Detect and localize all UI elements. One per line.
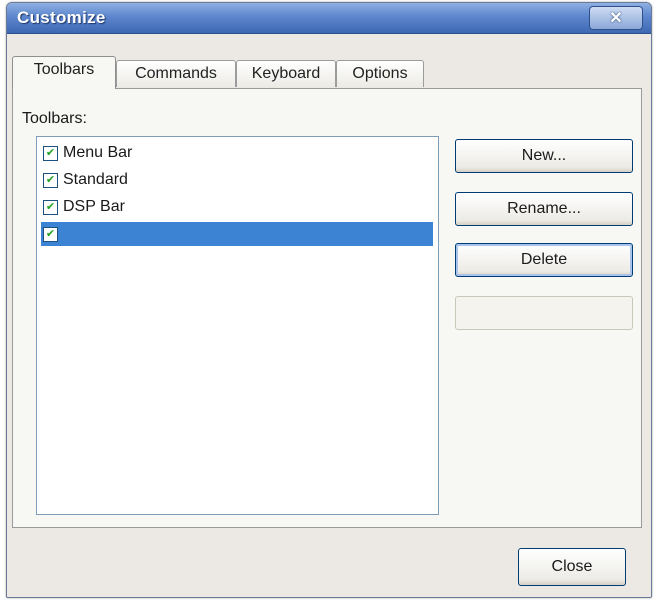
close-icon: ✕: [609, 10, 623, 27]
toolbars-list-label: Toolbars:: [22, 110, 87, 127]
list-item-label: DSP Bar: [63, 198, 125, 215]
tab-keyboard[interactable]: Keyboard: [236, 60, 336, 87]
tab-options[interactable]: Options: [336, 60, 424, 87]
list-item-menu-bar[interactable]: ✔ Menu Bar: [41, 141, 433, 165]
close-button[interactable]: Close: [518, 548, 626, 586]
dialog-title: Customize: [17, 8, 106, 27]
reset-button[interactable]: [455, 296, 633, 330]
list-item-dsp-bar[interactable]: ✔ DSP Bar: [41, 195, 433, 219]
tab-commands[interactable]: Commands: [116, 60, 236, 87]
check-icon[interactable]: ✔: [43, 199, 58, 215]
new-button[interactable]: New...: [455, 139, 633, 173]
list-item-label: Standard: [63, 171, 128, 188]
close-window-button[interactable]: ✕: [589, 6, 643, 30]
list-item-standard[interactable]: ✔ Standard: [41, 168, 433, 192]
check-icon[interactable]: ✔: [43, 172, 58, 188]
check-icon[interactable]: ✔: [43, 226, 58, 242]
check-icon[interactable]: ✔: [43, 145, 58, 161]
toolbars-listbox[interactable]: ✔ Menu Bar ✔ Standard ✔ DSP Bar ✔: [36, 136, 439, 515]
title-bar[interactable]: Customize ✕: [7, 3, 651, 34]
delete-button[interactable]: Delete: [455, 243, 633, 277]
rename-button[interactable]: Rename...: [455, 192, 633, 226]
list-item-label: Menu Bar: [63, 144, 133, 161]
list-item-selected[interactable]: ✔: [41, 222, 433, 246]
tab-toolbars[interactable]: Toolbars: [12, 56, 116, 89]
